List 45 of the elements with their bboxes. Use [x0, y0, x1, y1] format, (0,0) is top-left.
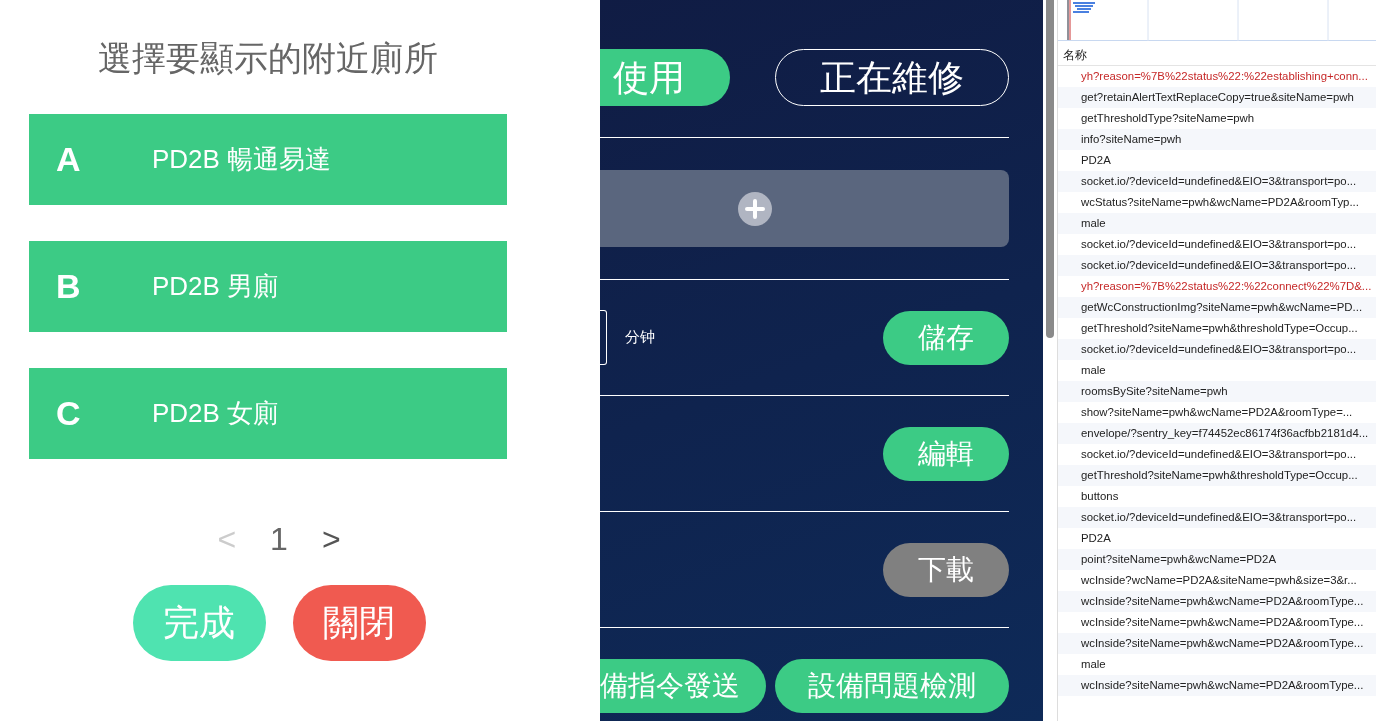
upload-area[interactable] [600, 170, 1009, 247]
request-row[interactable]: wcInside?siteName=pwh&wcName=PD2A&roomType... [1058, 612, 1376, 633]
request-row[interactable]: socket.io/?deviceId=undefined&EIO=3&transport=po... [1058, 444, 1376, 465]
request-row[interactable]: wcInside?wcName=PD2A&siteName=pwh&size=3&r... [1058, 570, 1376, 591]
request-row[interactable]: socket.io/?deviceId=undefined&EIO=3&transport=po... [1058, 255, 1376, 276]
option-letter: A [55, 139, 82, 180]
request-row[interactable]: wcInside?siteName=pwh&wcName=PD2A&roomType... [1058, 675, 1376, 696]
request-row[interactable]: socket.io/?deviceId=undefined&EIO=3&transport=po... [1058, 339, 1376, 360]
request-row[interactable]: wcStatus?siteName=pwh&wcName=PD2A&roomTyp... [1058, 192, 1376, 213]
request-row[interactable]: show?siteName=pwh&wcName=PD2A&roomType=... [1058, 402, 1376, 423]
request-row[interactable]: wcInside?siteName=pwh&wcName=PD2A&roomType... [1058, 633, 1376, 654]
option-label: PD2B 男廁 [152, 270, 280, 303]
scrollbar-thumb[interactable] [1046, 0, 1054, 338]
request-row[interactable]: getThreshold?siteName=pwh&thresholdType=Occup... [1058, 465, 1376, 486]
next-page-button[interactable]: > [321, 515, 341, 563]
request-row[interactable]: PD2A [1058, 150, 1376, 171]
unit-label: 分钟 [625, 327, 655, 348]
request-row[interactable]: PD2A [1058, 528, 1376, 549]
request-row[interactable]: yh?reason=%7B%22status%22:%22connect%22%7D&... [1058, 276, 1376, 297]
dialog-title: 選擇要顯示的附近廁所 [97, 38, 439, 79]
request-row[interactable]: yh?reason=%7B%22status%22:%22establishing+conn... [1058, 66, 1376, 87]
request-row[interactable]: get?retainAlertTextReplaceCopy=true&siteName=pwh [1058, 87, 1376, 108]
column-header[interactable]: 名称 [1058, 41, 1376, 66]
request-row[interactable]: getThreshold?siteName=pwh&thresholdType=Occup... [1058, 318, 1376, 339]
request-row[interactable]: socket.io/?deviceId=undefined&EIO=3&transport=po... [1058, 234, 1376, 255]
option-label: PD2B 女廁 [152, 397, 280, 430]
request-row[interactable]: envelope/?sentry_key=f74452ec86174f36acfbb2181d4... [1058, 423, 1376, 444]
request-row[interactable]: male [1058, 360, 1376, 381]
add-icon [738, 191, 772, 226]
request-row[interactable]: buttons [1058, 486, 1376, 507]
request-row[interactable]: socket.io/?deviceId=undefined&EIO=3&transport=po... [1058, 507, 1376, 528]
request-row[interactable]: wcInside?siteName=pwh&wcName=PD2A&roomType... [1058, 591, 1376, 612]
request-row[interactable]: getThresholdType?siteName=pwh [1058, 108, 1376, 129]
request-row[interactable]: socket.io/?deviceId=undefined&EIO=3&transport=po... [1058, 171, 1376, 192]
request-row[interactable]: male [1058, 213, 1376, 234]
option-letter: C [55, 393, 82, 434]
request-row[interactable]: male [1058, 654, 1376, 675]
request-row[interactable]: point?siteName=pwh&wcName=PD2A [1058, 549, 1376, 570]
request-row[interactable]: info?siteName=pwh [1058, 129, 1376, 150]
option-letter: B [55, 266, 82, 307]
page-number: 1 [270, 520, 288, 559]
request-row[interactable]: roomsBySite?siteName=pwh [1058, 381, 1376, 402]
option-label: PD2B 暢通易達 [152, 143, 332, 176]
request-row[interactable]: getWcConstructionImg?siteName=pwh&wcName=PD... [1058, 297, 1376, 318]
minutes-input[interactable] [600, 310, 607, 365]
